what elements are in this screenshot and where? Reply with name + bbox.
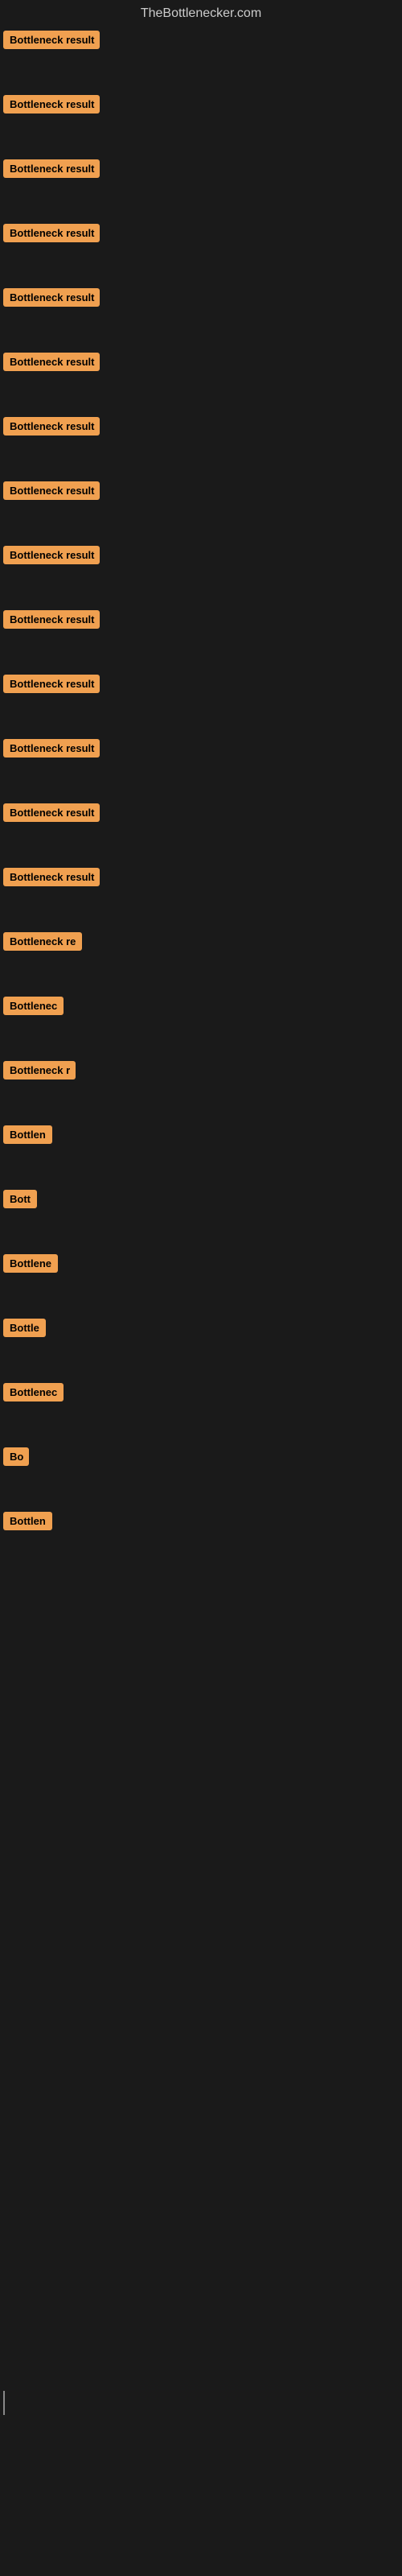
bottleneck-badge[interactable]: Bottleneck result — [3, 610, 100, 629]
list-item: Bottleneck result — [3, 546, 399, 568]
list-item: Bottleneck result — [3, 739, 399, 762]
bottleneck-badge[interactable]: Bo — [3, 1447, 29, 1466]
bottleneck-badge[interactable]: Bottleneck result — [3, 159, 100, 178]
list-item: Bottlen — [3, 1125, 399, 1148]
bottleneck-badge[interactable]: Bottleneck result — [3, 868, 100, 886]
bottleneck-badge[interactable]: Bottleneck result — [3, 224, 100, 242]
bottleneck-badge[interactable]: Bottleneck result — [3, 675, 100, 693]
list-item: Bottleneck result — [3, 31, 399, 53]
bottleneck-badge[interactable]: Bottlenec — [3, 997, 64, 1015]
bottleneck-badge[interactable]: Bottlene — [3, 1254, 58, 1273]
list-item: Bottleneck result — [3, 610, 399, 633]
list-item: Bottlen — [3, 1512, 399, 1534]
list-item: Bottleneck result — [3, 675, 399, 697]
bottleneck-badge[interactable]: Bottleneck re — [3, 932, 82, 951]
items-container: Bottleneck result Bottleneck result Bottle… — [0, 31, 402, 1534]
site-title: TheBottlenecker.com — [0, 0, 402, 31]
bottleneck-badge[interactable]: Bottleneck result — [3, 481, 100, 500]
list-item: Bottleneck result — [3, 95, 399, 118]
list-item: Bottleneck result — [3, 159, 399, 182]
bottleneck-badge[interactable]: Bottlen — [3, 1512, 52, 1530]
bottleneck-badge[interactable]: Bottleneck result — [3, 417, 100, 436]
bottleneck-badge[interactable]: Bottleneck result — [3, 546, 100, 564]
bottleneck-badge[interactable]: Bottleneck result — [3, 288, 100, 307]
list-item: Bottleneck result — [3, 224, 399, 246]
list-item: Bottleneck result — [3, 353, 399, 375]
list-item: Bo — [3, 1447, 399, 1470]
list-item: Bottleneck result — [3, 481, 399, 504]
bottleneck-badge[interactable]: Bottlenec — [3, 1383, 64, 1402]
list-item: Bottleneck re — [3, 932, 399, 955]
bottleneck-badge[interactable]: Bottleneck result — [3, 95, 100, 114]
bottleneck-badge[interactable]: Bott — [3, 1190, 37, 1208]
cursor-line — [3, 2391, 5, 2415]
bottleneck-badge[interactable]: Bottle — [3, 1319, 46, 1337]
bottleneck-badge[interactable]: Bottleneck result — [3, 803, 100, 822]
bottleneck-badge[interactable]: Bottleneck result — [3, 353, 100, 371]
bottleneck-badge[interactable]: Bottlen — [3, 1125, 52, 1144]
list-item: Bottlenec — [3, 1383, 399, 1406]
list-item: Bottlene — [3, 1254, 399, 1277]
list-item: Bottleneck r — [3, 1061, 399, 1084]
list-item: Bottlenec — [3, 997, 399, 1019]
list-item: Bottleneck result — [3, 288, 399, 311]
list-item: Bottleneck result — [3, 803, 399, 826]
list-item: Bottleneck result — [3, 417, 399, 440]
bottleneck-badge[interactable]: Bottleneck result — [3, 31, 100, 49]
bottleneck-badge[interactable]: Bottleneck r — [3, 1061, 76, 1080]
bottleneck-badge[interactable]: Bottleneck result — [3, 739, 100, 758]
page-wrapper: TheBottlenecker.com Bottleneck resultBot… — [0, 0, 402, 1534]
list-item: Bottleneck result — [3, 868, 399, 890]
list-item: Bott — [3, 1190, 399, 1212]
list-item: Bottle — [3, 1319, 399, 1341]
